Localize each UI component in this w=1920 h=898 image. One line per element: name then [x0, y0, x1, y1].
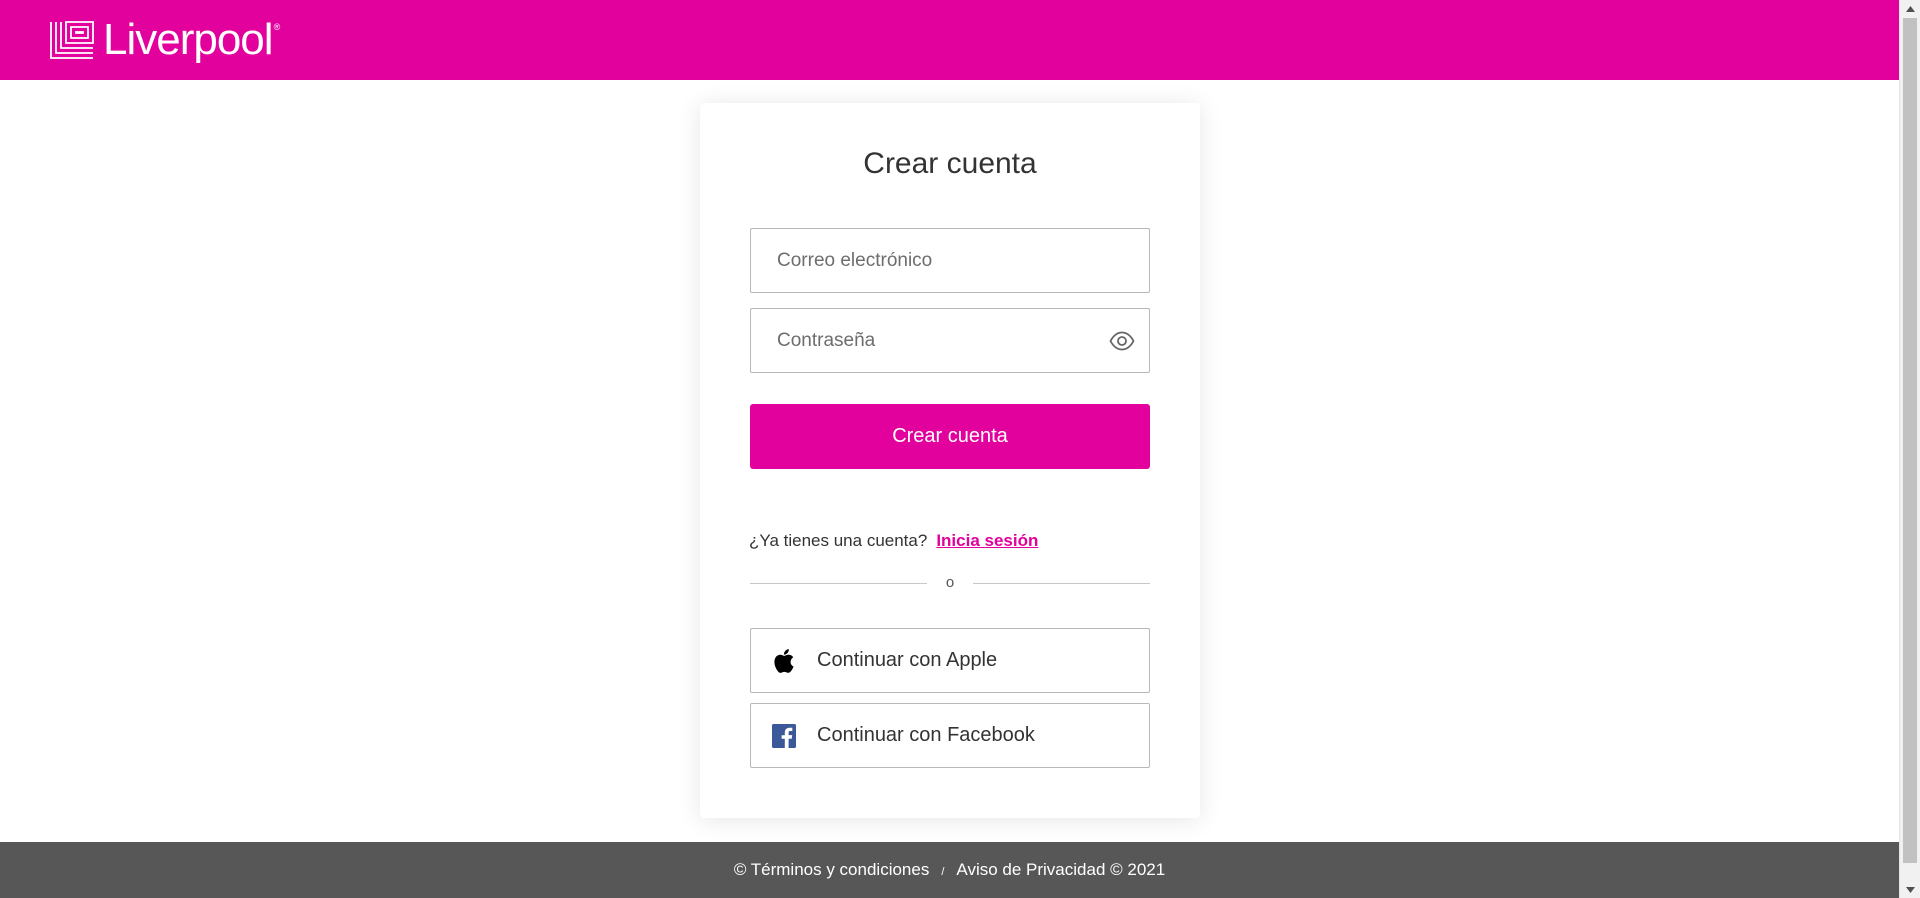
or-divider: o — [750, 573, 1150, 593]
facebook-button-label: Continuar con Facebook — [817, 724, 1035, 746]
continue-with-apple-button[interactable]: Continuar con Apple — [750, 628, 1150, 693]
scrollbar-thumb[interactable] — [1903, 18, 1917, 863]
site-header: Liverpool ® — [0, 0, 1899, 80]
create-account-card: Crear cuenta Crear cuenta ¿Ya tienes una… — [700, 103, 1200, 818]
page-title: Crear cuenta — [863, 147, 1037, 180]
create-account-button[interactable]: Crear cuenta — [750, 404, 1150, 469]
site-footer: © Términos y condiciones / Aviso de Priv… — [0, 842, 1899, 898]
email-field — [750, 228, 1150, 293]
apple-button-label: Continuar con Apple — [817, 649, 998, 671]
email-input[interactable] — [751, 229, 1149, 292]
divider-line-right — [973, 583, 1150, 584]
liverpool-logo-icon — [50, 21, 94, 59]
vertical-scrollbar[interactable] — [1899, 0, 1920, 898]
show-password-eye-icon[interactable] — [1109, 330, 1135, 352]
scroll-down-arrow-icon[interactable] — [1900, 881, 1920, 898]
facebook-icon — [771, 723, 797, 749]
liverpool-logo[interactable]: Liverpool ® — [49, 16, 280, 64]
registered-mark: ® — [273, 22, 281, 32]
logo-wordmark: Liverpool — [103, 15, 274, 64]
password-input[interactable] — [751, 309, 1149, 372]
continue-with-facebook-button[interactable]: Continuar con Facebook — [750, 703, 1150, 768]
login-link[interactable]: Inicia sesión — [936, 531, 1038, 551]
apple-icon — [771, 648, 797, 674]
password-field — [750, 308, 1150, 373]
footer-separator: / — [941, 866, 945, 878]
privacy-link[interactable]: Aviso de Privacidad © 2021 — [956, 860, 1165, 880]
page: Liverpool ® Crear cuenta Crear cuenta ¿Y… — [0, 0, 1920, 898]
scroll-up-arrow-icon[interactable] — [1900, 0, 1920, 17]
terms-link[interactable]: © Términos y condiciones — [734, 860, 930, 880]
have-account-text: ¿Ya tienes una cuenta? — [749, 531, 928, 550]
have-account-row: ¿Ya tienes una cuenta? Inicia sesión — [749, 531, 1038, 551]
